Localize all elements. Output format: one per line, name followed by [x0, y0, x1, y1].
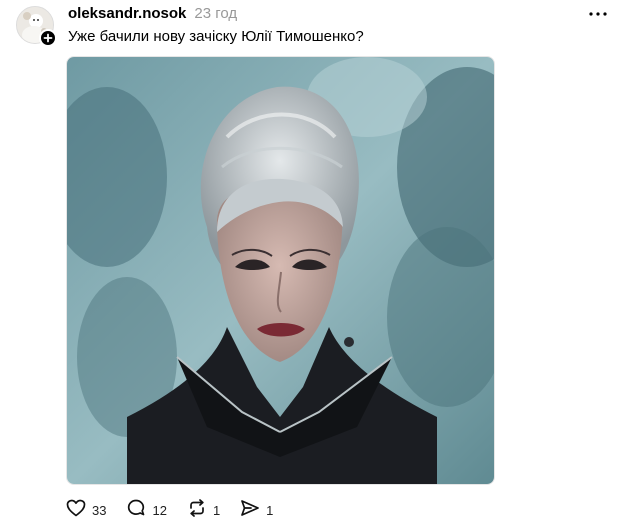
thread-post: oleksandr.nosok 23 год Уже бачили нову з… [0, 0, 626, 526]
post-header: oleksandr.nosok 23 год [68, 5, 237, 25]
repost-count: 1 [212, 502, 221, 518]
share-button[interactable]: 1 [240, 499, 273, 522]
action-bar: 33 12 1 1 [66, 498, 293, 523]
send-icon [240, 499, 260, 522]
comment-count: 12 [152, 502, 167, 518]
share-count: 1 [266, 502, 274, 518]
post-timestamp[interactable]: 23 год [194, 5, 237, 22]
comment-icon [126, 498, 146, 523]
post-image[interactable] [66, 56, 495, 485]
more-options-icon[interactable] [588, 6, 608, 22]
post-caption: Уже бачили нову зачіску Юлії Тимошенко? [68, 28, 364, 45]
heart-icon [66, 499, 86, 522]
like-count: 33 [92, 502, 107, 518]
follow-plus-icon[interactable] [39, 29, 57, 47]
like-button[interactable]: 33 [66, 499, 106, 522]
repost-button[interactable]: 1 [187, 498, 221, 522]
avatar[interactable] [16, 6, 57, 47]
comment-button[interactable]: 12 [126, 498, 167, 523]
repost-icon [187, 498, 207, 522]
username-link[interactable]: oleksandr.nosok [68, 5, 186, 22]
